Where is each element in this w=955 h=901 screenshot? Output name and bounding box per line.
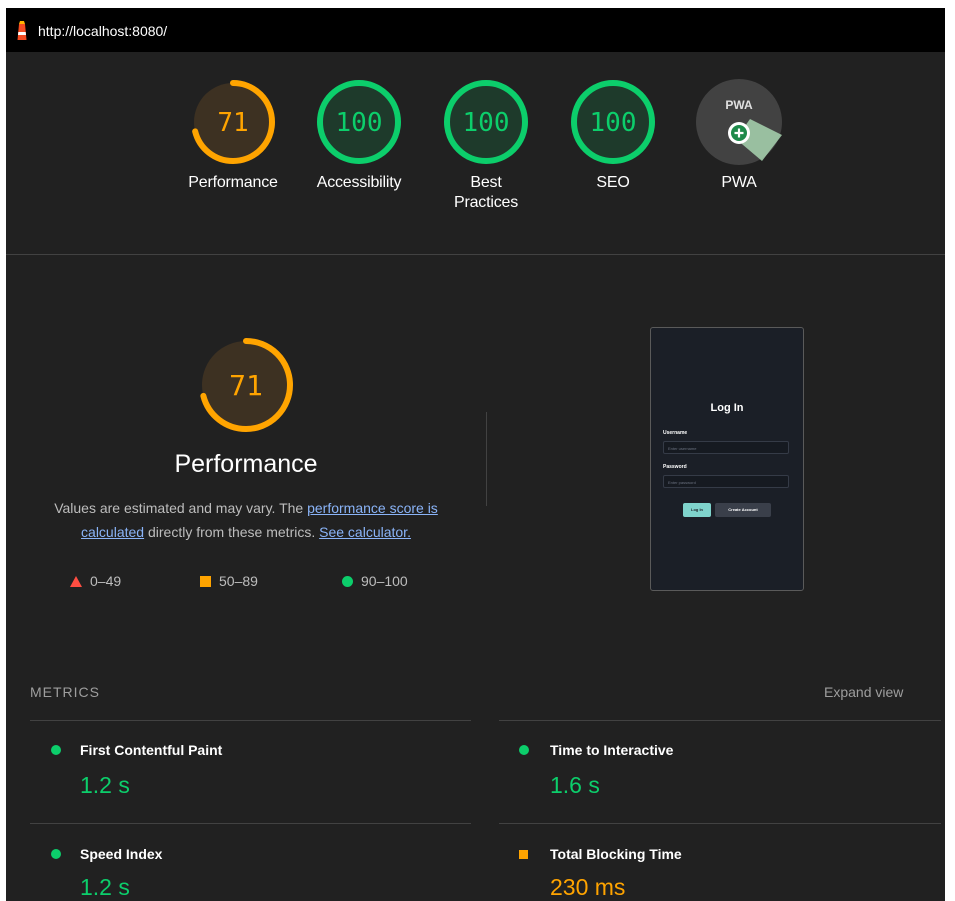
screenshot-create-button: Create Account	[715, 503, 771, 517]
gauge-seo-ring: 100	[571, 80, 655, 164]
see-calculator-link[interactable]: See calculator.	[319, 524, 411, 540]
square-icon	[200, 576, 211, 587]
gauge-label: Best Practices	[454, 174, 518, 211]
top-bar: http://localhost:8080/	[6, 8, 945, 52]
expand-view-button[interactable]: Expand view	[824, 684, 903, 700]
legend-range: 90–100	[361, 573, 408, 589]
metric-name: Speed Index	[80, 846, 163, 862]
pass-circle-icon	[51, 849, 61, 859]
page-screenshot[interactable]: Log In Username Enter username Password …	[650, 327, 804, 591]
pass-circle-icon	[519, 745, 529, 755]
screenshot-login-button: Log In	[683, 503, 711, 517]
performance-score: 71	[229, 369, 263, 402]
metrics-heading: METRICS	[30, 684, 100, 700]
legend-fail: 0–49	[70, 573, 121, 589]
gauge-score: 100	[336, 108, 383, 138]
lighthouse-report: http://localhost:8080/ 71 Performance 10…	[6, 8, 945, 901]
header-divider	[6, 254, 945, 255]
gauge-label: PWA	[721, 174, 757, 191]
desc-text: Values are estimated and may vary. The	[54, 500, 308, 516]
screenshot-password-input: Enter password	[663, 475, 789, 488]
circle-icon	[342, 576, 353, 587]
legend-average: 50–89	[200, 573, 258, 589]
metrics-divider	[499, 720, 941, 721]
metric-value: 1.6 s	[550, 772, 600, 798]
metric-value: 1.2 s	[80, 772, 130, 798]
gauge-performance-ring: 71	[191, 80, 275, 164]
pass-circle-icon	[51, 745, 61, 755]
legend-pass: 90–100	[342, 573, 408, 589]
screenshot-password-label: Password	[663, 464, 687, 470]
gauge-label: SEO	[596, 174, 630, 191]
pwa-badge-text: PWA	[725, 98, 753, 112]
gauge-seo[interactable]: 100 SEO	[558, 79, 668, 193]
desc-text: directly from these metrics.	[144, 524, 320, 540]
gauge-label: Accessibility	[316, 174, 402, 191]
legend-range: 50–89	[219, 573, 258, 589]
metric-name: Time to Interactive	[550, 742, 674, 758]
gauge-score: 100	[463, 108, 510, 138]
screenshot-username-input: Enter username	[663, 441, 789, 454]
gauge-score: 71	[217, 108, 248, 138]
gauge-label: Performance	[188, 174, 278, 191]
screenshot-username-label: Username	[663, 430, 688, 436]
triangle-icon	[70, 576, 82, 587]
gauge-accessibility-ring: 100	[317, 80, 401, 164]
lighthouse-logo-icon	[17, 21, 27, 40]
metrics-divider	[30, 823, 471, 824]
gauge-accessibility[interactable]: 100 Accessibility	[304, 79, 414, 193]
performance-description: Values are estimated and may vary. The p…	[26, 496, 466, 544]
screenshot-title: Log In	[710, 402, 744, 414]
vertical-divider	[486, 412, 487, 506]
gauge-best-practices-ring: 100	[444, 80, 528, 164]
gauge-pwa[interactable]: PWA PWA	[684, 79, 794, 193]
metrics-divider	[499, 823, 941, 824]
metric-value: 230 ms	[550, 874, 626, 900]
pwa-badge-icon: PWA	[696, 79, 782, 165]
performance-title: Performance	[174, 450, 318, 478]
gauge-performance[interactable]: 71 Performance	[178, 79, 288, 193]
gauge-score: 100	[590, 108, 637, 138]
metric-value: 1.2 s	[80, 874, 130, 900]
metrics-divider	[30, 720, 471, 721]
page-url[interactable]: http://localhost:8080/	[38, 23, 167, 39]
gauge-best-practices[interactable]: 100 Best Practices	[431, 79, 541, 213]
metric-name: Total Blocking Time	[550, 846, 682, 862]
average-square-icon	[519, 850, 528, 859]
performance-gauge-large: 71	[199, 338, 293, 432]
metric-name: First Contentful Paint	[80, 742, 223, 758]
legend-range: 0–49	[90, 573, 122, 589]
